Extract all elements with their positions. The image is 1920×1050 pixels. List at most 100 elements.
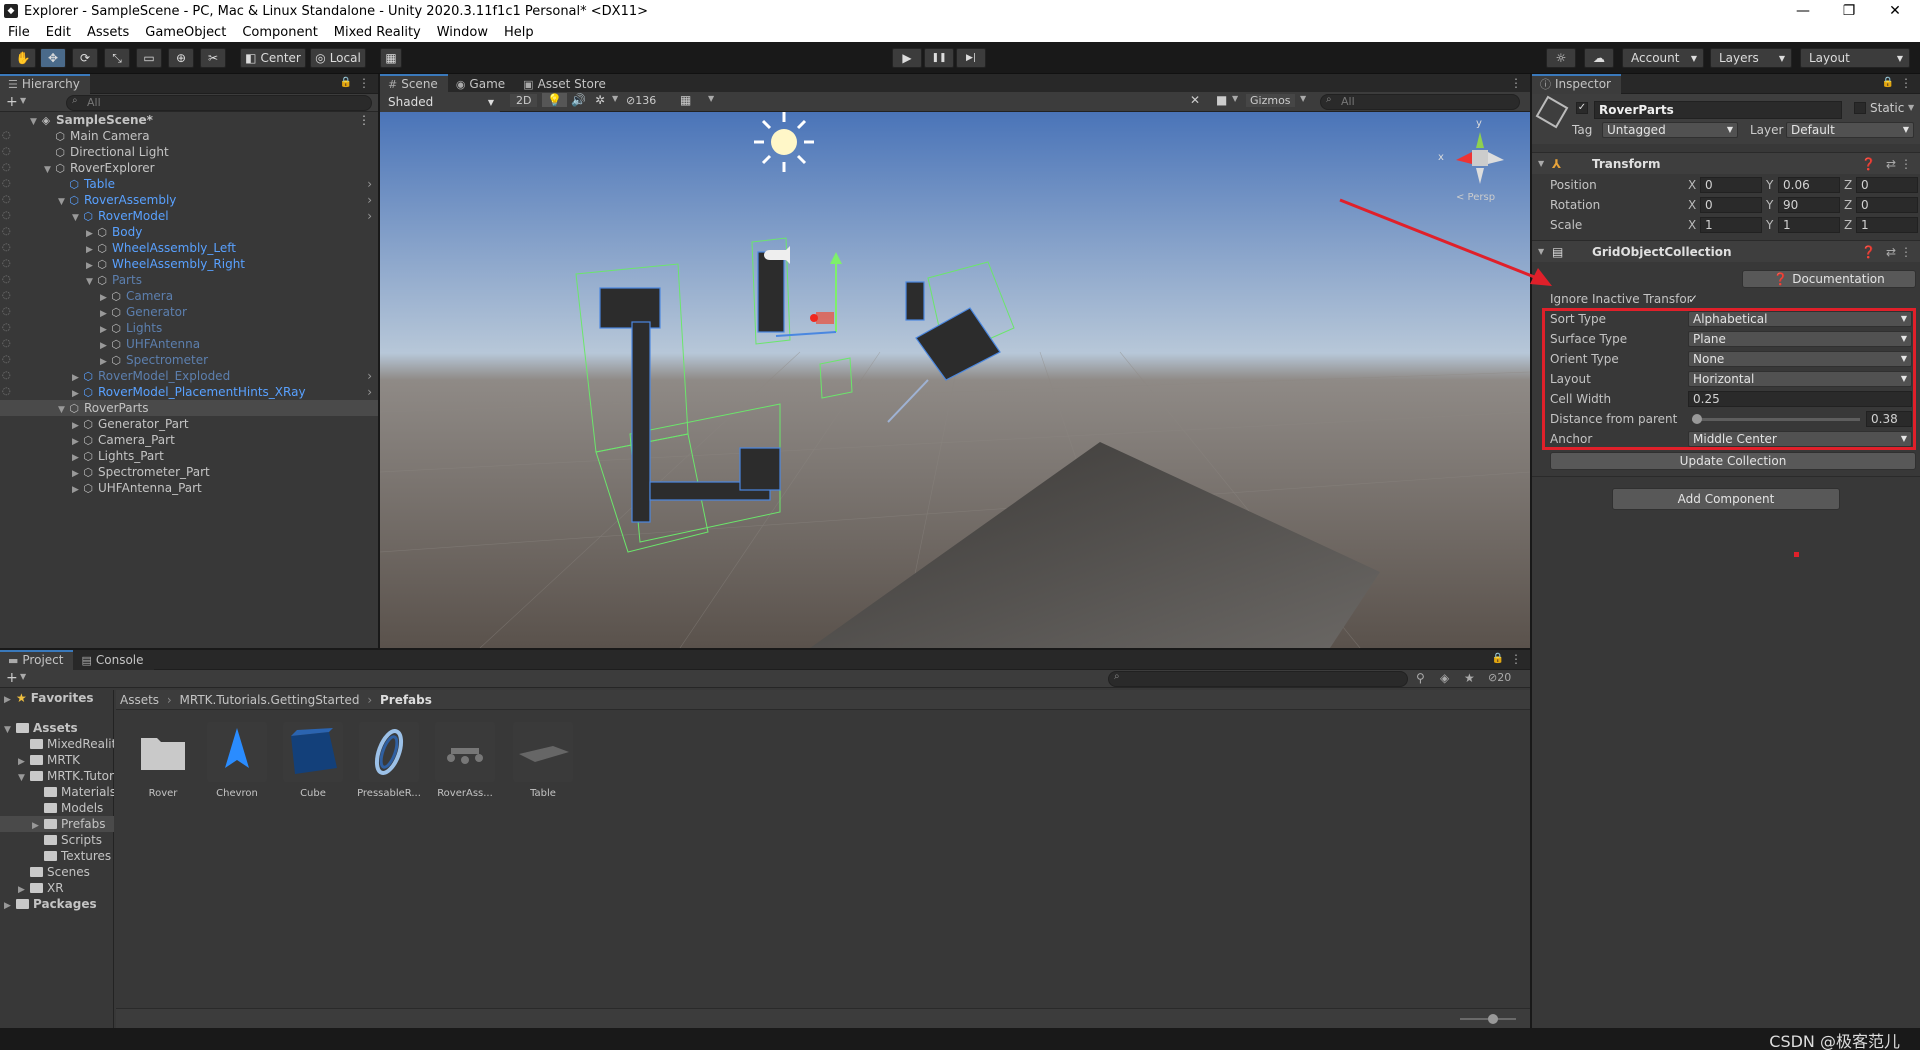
rotation-z-field[interactable]: 0 xyxy=(1856,197,1918,213)
hand-tool-icon[interactable]: ✋ xyxy=(10,48,36,68)
project-tree-item[interactable]: ▶ ★ Favorites xyxy=(0,690,114,706)
surface-type-dropdown[interactable]: Plane xyxy=(1688,331,1912,347)
hierarchy-row[interactable]: ◌ ▼ ⬡ RoverAssembly › xyxy=(0,192,378,208)
visibility-toggle-icon[interactable]: ◌ xyxy=(2,128,11,144)
project-tree-item[interactable]: Textures xyxy=(0,848,114,864)
asset-rover-folder[interactable]: Rover xyxy=(130,722,196,799)
ignore-inactive-checkbox[interactable]: ✓ xyxy=(1688,290,1698,308)
layer-dropdown[interactable]: Default xyxy=(1786,122,1914,138)
hierarchy-row[interactable]: ◌ ▶ ⬡ RoverModel_PlacementHints_XRay › xyxy=(0,384,378,400)
chevron-down-icon[interactable]: ▼ xyxy=(1300,94,1306,103)
hierarchy-row[interactable]: ◌ ⬡ Main Camera xyxy=(0,128,378,144)
hierarchy-row[interactable]: ▶ ⬡ Camera_Part xyxy=(0,432,378,448)
tab-game[interactable]: ◉ Game xyxy=(447,74,516,94)
project-tree-item[interactable]: ▼ MRTK.Tutori xyxy=(0,768,114,784)
visibility-toggle-icon[interactable]: ◌ xyxy=(2,224,11,240)
menu-gameobject[interactable]: GameObject xyxy=(137,25,234,40)
visibility-toggle-icon[interactable]: ◌ xyxy=(2,240,11,256)
project-tree-item[interactable]: ▶ MRTK xyxy=(0,752,114,768)
kebab-menu-icon[interactable]: ⋮ xyxy=(1510,652,1522,666)
menu-help[interactable]: Help xyxy=(496,25,542,40)
collapsed-arrow-icon[interactable]: ▶ xyxy=(18,754,30,768)
position-y-field[interactable]: 0.06 xyxy=(1778,177,1840,193)
account-dropdown[interactable]: Account xyxy=(1622,48,1704,68)
scale-tool-icon[interactable]: ⤡ xyxy=(104,48,130,68)
visibility-toggle-icon[interactable]: ◌ xyxy=(2,304,11,320)
hierarchy-row[interactable]: ▶ ⬡ Lights_Part xyxy=(0,448,378,464)
custom-tool-icon[interactable]: ✂ xyxy=(200,48,226,68)
project-tree-item[interactable]: Scripts xyxy=(0,832,114,848)
breadcrumb-mrtk-tutorials[interactable]: MRTK.Tutorials.GettingStarted xyxy=(180,693,360,707)
favorites-star-icon[interactable]: ★ xyxy=(1464,671,1475,685)
project-tree-item[interactable]: ▼ Assets xyxy=(0,720,114,736)
static-checkbox[interactable] xyxy=(1854,102,1866,114)
2d-toggle-button[interactable]: 2D xyxy=(510,94,538,107)
position-x-field[interactable]: 0 xyxy=(1700,177,1762,193)
hierarchy-row[interactable]: ◌ ▶ ⬡ Camera xyxy=(0,288,378,304)
tab-asset-store[interactable]: ▣ Asset Store xyxy=(515,74,616,94)
collapsed-arrow-icon[interactable]: ▶ xyxy=(70,482,81,498)
thumbnail-size-handle[interactable] xyxy=(1488,1014,1498,1024)
pause-button[interactable]: ❚❚ xyxy=(924,48,954,68)
visibility-toggle-icon[interactable]: ◌ xyxy=(2,272,11,288)
project-tree-item[interactable]: Scenes xyxy=(0,864,114,880)
cloud-icon[interactable]: ☁ xyxy=(1584,48,1614,68)
hierarchy-row[interactable]: ▶ ⬡ UHFAntenna_Part xyxy=(0,480,378,496)
distance-slider-handle[interactable] xyxy=(1692,414,1702,424)
visibility-toggle-icon[interactable]: ◌ xyxy=(2,144,11,160)
rect-tool-icon[interactable]: ▭ xyxy=(136,48,162,68)
help-icon[interactable]: ❓ xyxy=(1861,241,1876,263)
chevron-down-icon[interactable]: ▼ xyxy=(1232,94,1238,103)
update-collection-button[interactable]: Update Collection xyxy=(1550,452,1916,470)
chevron-down-icon[interactable]: ▼ xyxy=(20,672,26,681)
chevron-down-icon[interactable]: ▼ xyxy=(708,94,714,103)
tab-project[interactable]: ▬ Project xyxy=(0,650,74,670)
filter-label-icon[interactable]: ◈ xyxy=(1440,671,1449,685)
anchor-dropdown[interactable]: Middle Center xyxy=(1688,431,1912,447)
menu-file[interactable]: File xyxy=(0,25,38,40)
transform-tool-icon[interactable]: ⊕ xyxy=(168,48,194,68)
hierarchy-row[interactable]: ◌ ⬡ Directional Light xyxy=(0,144,378,160)
kebab-menu-icon[interactable]: ⋮ xyxy=(358,112,370,128)
project-tree-item[interactable]: ▶ Packages xyxy=(0,896,114,912)
hierarchy-row[interactable]: ◌ ▶ ⬡ Body xyxy=(0,224,378,240)
tab-scene[interactable]: # Scene xyxy=(380,74,448,94)
hidden-objects-toggle[interactable]: ⊘136 xyxy=(626,94,656,107)
layout-dropdown[interactable]: Layout xyxy=(1800,48,1910,68)
visibility-toggle-icon[interactable]: ◌ xyxy=(2,160,11,176)
minimize-button[interactable]: — xyxy=(1780,0,1826,22)
asset-rover-assembly[interactable]: RoverAss... xyxy=(432,722,498,799)
visibility-toggle-icon[interactable]: ◌ xyxy=(2,352,11,368)
asset-chevron[interactable]: Chevron xyxy=(204,722,270,799)
hidden-packages-toggle[interactable]: ⊘20 xyxy=(1488,671,1511,684)
close-button[interactable]: ✕ xyxy=(1872,0,1918,22)
hierarchy-row[interactable]: ▶ ⬡ Generator_Part xyxy=(0,416,378,432)
kebab-menu-icon[interactable]: ⋮ xyxy=(1510,76,1522,90)
lighting-toggle-icon[interactable]: 💡 xyxy=(542,93,567,107)
gizmos-dropdown[interactable]: Gizmos xyxy=(1246,94,1295,107)
documentation-button[interactable]: ❓ Documentation xyxy=(1742,270,1916,288)
hierarchy-row[interactable]: ◌ ▶ ⬡ WheelAssembly_Right xyxy=(0,256,378,272)
thumbnail-size-slider[interactable] xyxy=(1460,1014,1516,1024)
visibility-toggle-icon[interactable]: ◌ xyxy=(2,176,11,192)
chevron-down-icon[interactable]: ▼ xyxy=(1908,103,1914,112)
rotate-tool-icon[interactable]: ⟳ xyxy=(72,48,98,68)
asset-pressable[interactable]: PressableR... xyxy=(356,722,422,799)
lock-icon[interactable]: 🔒 xyxy=(1492,653,1504,664)
visibility-toggle-icon[interactable]: ◌ xyxy=(2,208,11,224)
pivot-center-button[interactable]: ◧ Center xyxy=(240,48,306,68)
menu-edit[interactable]: Edit xyxy=(38,25,79,40)
visibility-toggle-icon[interactable]: ◌ xyxy=(2,288,11,304)
scale-z-field[interactable]: 1 xyxy=(1856,217,1918,233)
distance-field[interactable]: 0.38 xyxy=(1866,411,1912,427)
open-prefab-icon[interactable]: › xyxy=(367,208,372,224)
camera-icon[interactable]: ■ xyxy=(1216,93,1227,107)
orient-type-dropdown[interactable]: None xyxy=(1688,351,1912,367)
collapsed-arrow-icon[interactable]: ▶ xyxy=(4,898,16,912)
kebab-menu-icon[interactable]: ⋮ xyxy=(1900,153,1912,175)
visibility-toggle-icon[interactable]: ◌ xyxy=(2,336,11,352)
grid-object-collection-header[interactable]: ▼ ▤ GridObjectCollection ❓ ⇄ ⋮ xyxy=(1532,240,1920,262)
kebab-menu-icon[interactable]: ⋮ xyxy=(1900,241,1912,263)
hierarchy-search-input[interactable]: All xyxy=(66,95,372,111)
kebab-menu-icon[interactable]: ⋮ xyxy=(1900,76,1912,90)
